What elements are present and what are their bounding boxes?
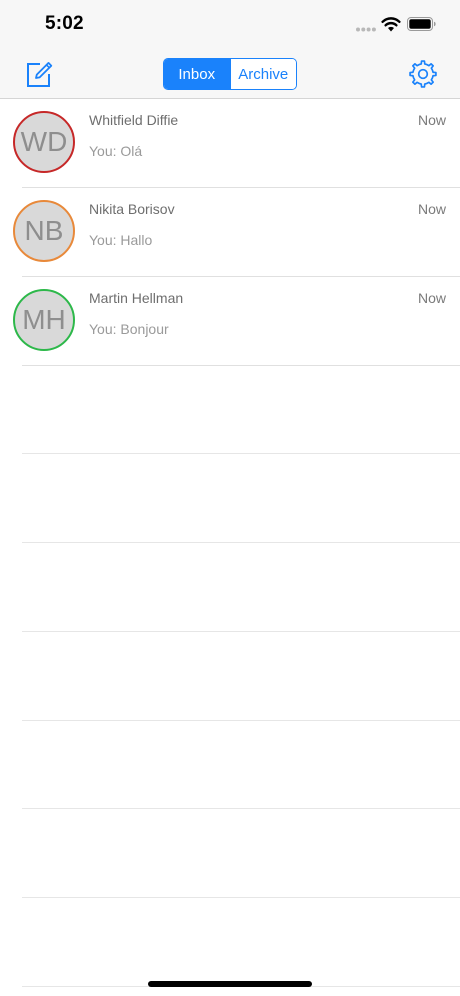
gear-icon: [409, 60, 437, 88]
empty-row-divider: [22, 542, 460, 543]
conversation-row[interactable]: WD Whitfield Diffie You: Olá Now: [0, 99, 460, 188]
contact-name: Whitfield Diffie: [89, 112, 179, 128]
avatar[interactable]: MH: [13, 289, 75, 351]
avatar[interactable]: WD: [13, 111, 75, 173]
compose-button[interactable]: [24, 59, 54, 89]
cellular-signal-icon: [356, 27, 376, 32]
tab-archive[interactable]: Archive: [229, 59, 296, 89]
empty-row-divider: [22, 631, 460, 632]
timestamp: Now: [417, 112, 446, 128]
timestamp: Now: [417, 290, 446, 306]
compose-icon: [27, 62, 53, 87]
avatar[interactable]: NB: [13, 200, 75, 262]
tab-inbox[interactable]: Inbox: [164, 59, 230, 89]
row-divider: [22, 365, 460, 366]
battery-icon: [407, 17, 436, 31]
empty-row-divider: [22, 453, 460, 454]
empty-row-divider: [22, 720, 460, 721]
wifi-icon: [381, 17, 401, 32]
empty-row-divider: [22, 808, 460, 809]
mailbox-segmented-control: Inbox Archive: [163, 58, 297, 90]
message-preview: You: Bonjour: [89, 321, 169, 337]
conversation-list: WD Whitfield Diffie You: Olá Now NB Niki…: [0, 99, 460, 366]
conversation-row[interactable]: MH Martin Hellman You: Bonjour Now: [0, 277, 460, 366]
nav-bar: Inbox Archive: [0, 50, 460, 99]
conversation-row[interactable]: NB Nikita Borisov You: Hallo Now: [0, 188, 460, 277]
empty-row-divider: [22, 897, 460, 898]
message-preview: You: Olá: [89, 143, 143, 159]
home-indicator[interactable]: [148, 981, 312, 987]
contact-name: Nikita Borisov: [89, 201, 175, 217]
status-time: 5:02: [45, 13, 84, 34]
settings-button[interactable]: [408, 59, 438, 89]
status-bar: 5:02: [0, 0, 460, 50]
contact-name: Martin Hellman: [89, 290, 184, 306]
timestamp: Now: [417, 201, 446, 217]
message-preview: You: Hallo: [89, 232, 153, 248]
